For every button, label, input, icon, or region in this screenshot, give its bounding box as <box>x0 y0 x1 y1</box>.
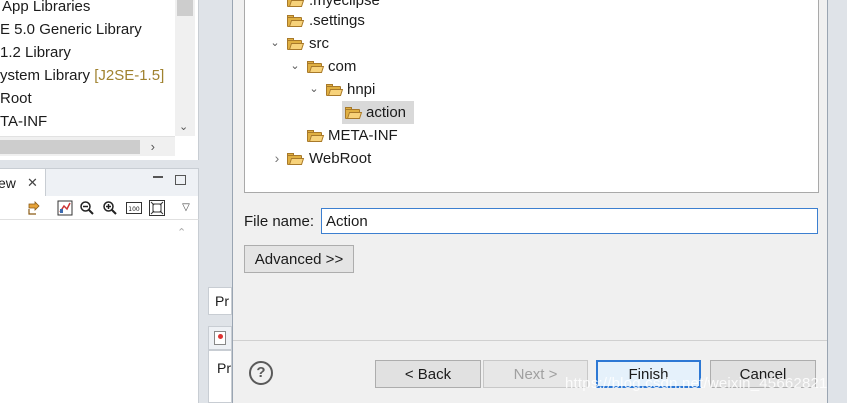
scrollbar-thumb[interactable] <box>0 140 140 154</box>
folder-icon <box>287 15 305 27</box>
chevron-down-icon[interactable]: ⌄ <box>269 32 281 55</box>
new-file-dialog: .myeclipse .settings ⌄ src ⌄ com ⌄ hnpi <box>232 0 828 403</box>
tree-item[interactable]: ⌄ src <box>245 32 818 55</box>
library-item[interactable]: ystem Library [J2SE-1.5] <box>0 64 164 87</box>
svg-text:100: 100 <box>128 206 140 213</box>
tree-item-label: .settings <box>309 12 365 29</box>
fit-to-window-icon[interactable] <box>149 200 165 216</box>
view-content-area: ⌃ <box>0 220 199 403</box>
folder-icon <box>287 153 305 165</box>
background-label: Pr <box>217 360 231 376</box>
library-item-label: Root <box>0 90 32 107</box>
tree-item-selected[interactable]: action <box>245 101 818 124</box>
library-item-label: App Libraries <box>2 0 91 15</box>
background-panel-fragment: Pr <box>208 287 232 315</box>
folder-icon <box>287 0 305 7</box>
zoom-out-icon[interactable] <box>79 200 95 216</box>
chevron-down-icon[interactable]: ⌄ <box>308 78 320 101</box>
background-window-edge <box>829 0 847 403</box>
library-item-label: ystem Library <box>0 67 95 84</box>
view-menu-icon[interactable]: ▽ <box>178 200 194 216</box>
library-item[interactable]: App Libraries <box>2 0 90 18</box>
folder-open-icon <box>307 61 325 73</box>
folder-open-icon <box>345 107 363 119</box>
tree-item[interactable]: .settings <box>245 9 818 32</box>
vertical-scrollbar[interactable]: ⌄ <box>175 0 195 136</box>
library-item-label: TA-INF <box>0 113 48 130</box>
tree-item[interactable]: META-INF <box>245 124 818 147</box>
background-panel-fragment: Pr <box>208 350 232 403</box>
view-tab-label: ew <box>0 175 16 191</box>
chevron-down-icon[interactable]: ⌄ <box>289 55 301 78</box>
view-tab[interactable]: ew ✕ <box>0 169 46 197</box>
tree-item[interactable]: ⌄ hnpi <box>245 78 818 101</box>
file-name-input[interactable] <box>321 208 818 234</box>
watermark: https://blog.csdn.net/weixin_45662821 <box>565 375 828 392</box>
background-tab-fragment <box>208 326 232 350</box>
problems-icon <box>214 331 226 345</box>
tree-item-label: hnpi <box>347 81 376 98</box>
horizontal-scrollbar[interactable]: › <box>0 136 175 156</box>
zoom-in-icon[interactable] <box>102 200 118 216</box>
chevron-down-icon[interactable]: ⌄ <box>179 120 188 133</box>
tree-item[interactable]: › WebRoot <box>245 147 818 170</box>
view-tab-bar: ew ✕ <box>0 168 199 197</box>
link-editor-icon[interactable] <box>26 200 42 216</box>
help-icon[interactable]: ? <box>249 361 273 385</box>
tree-item-label: action <box>366 104 407 121</box>
view-toolbar: 100 ▽ <box>0 196 199 220</box>
scrollbar-thumb[interactable] <box>177 0 193 16</box>
file-name-label: File name: <box>244 213 315 230</box>
chart-icon[interactable] <box>57 200 73 216</box>
folder-tree[interactable]: .myeclipse .settings ⌄ src ⌄ com ⌄ hnpi <box>244 0 819 193</box>
tree-item-label: WebRoot <box>309 150 372 167</box>
chevron-right-icon[interactable]: › <box>271 147 283 170</box>
chevron-up-icon[interactable]: ⌃ <box>177 226 186 239</box>
library-version-suffix: [J2SE-1.5] <box>94 67 165 84</box>
background-label: Pr <box>215 293 229 309</box>
library-item[interactable]: Root <box>0 87 32 110</box>
tree-item-label: com <box>328 58 357 75</box>
folder-open-icon <box>287 38 305 50</box>
package-explorer-pane: App Libraries E 5.0 Generic Library 1.2 … <box>0 0 199 160</box>
divider <box>233 340 827 341</box>
library-item[interactable]: 1.2 Library <box>0 41 71 64</box>
close-icon[interactable]: ✕ <box>27 169 38 197</box>
tree-item[interactable]: ⌄ com <box>245 55 818 78</box>
advanced-button[interactable]: Advanced >> <box>244 245 354 273</box>
maximize-icon[interactable] <box>175 175 186 185</box>
library-item[interactable]: E 5.0 Generic Library <box>0 18 142 41</box>
minimize-icon[interactable] <box>153 174 163 178</box>
chevron-right-icon[interactable]: › <box>151 137 155 157</box>
library-item-label: 1.2 Library <box>0 44 71 61</box>
library-item-label: E 5.0 Generic Library <box>0 21 142 38</box>
back-button[interactable]: < Back <box>375 360 481 388</box>
tree-item-label: META-INF <box>328 127 398 144</box>
folder-open-icon <box>326 84 344 96</box>
tree-item-label: src <box>309 35 329 52</box>
zoom-100-icon[interactable]: 100 <box>126 200 142 216</box>
library-item[interactable]: TA-INF <box>0 110 47 133</box>
folder-icon <box>307 130 325 142</box>
